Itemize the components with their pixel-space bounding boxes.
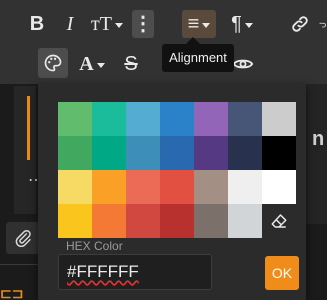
color-swatch[interactable] bbox=[228, 204, 262, 238]
hex-color-value: #FFFFFF bbox=[67, 262, 139, 281]
color-swatch[interactable] bbox=[228, 170, 262, 204]
strikethrough-icon: S bbox=[124, 53, 138, 75]
chevron-down-icon bbox=[244, 22, 253, 28]
strikethrough-button[interactable]: S bbox=[118, 50, 144, 78]
color-swatch[interactable] bbox=[58, 102, 92, 136]
hex-color-input[interactable]: #FFFFFF bbox=[58, 254, 212, 290]
bold-button[interactable]: B bbox=[24, 10, 50, 38]
divider bbox=[0, 264, 40, 265]
color-swatch[interactable] bbox=[160, 136, 194, 170]
color-swatch[interactable] bbox=[58, 170, 92, 204]
more-button[interactable]: ⋮ bbox=[132, 10, 154, 38]
color-swatch[interactable] bbox=[228, 136, 262, 170]
partial-text-glyph: n bbox=[312, 128, 325, 150]
insert-link-button[interactable] bbox=[286, 10, 314, 38]
chevron-down-icon bbox=[114, 22, 123, 28]
undo-icon bbox=[319, 22, 326, 28]
color-swatch[interactable] bbox=[92, 170, 126, 204]
undo-button[interactable] bbox=[318, 10, 327, 38]
paragraph-format-button[interactable]: ¶ bbox=[226, 10, 258, 38]
ok-button[interactable]: OK bbox=[265, 256, 299, 290]
color-swatch[interactable] bbox=[58, 204, 92, 238]
eraser-icon bbox=[271, 214, 287, 228]
color-swatch[interactable] bbox=[194, 136, 228, 170]
color-swatch[interactable] bbox=[228, 102, 262, 136]
font-size-icon: тT bbox=[91, 13, 112, 35]
color-swatch[interactable] bbox=[262, 102, 296, 136]
color-swatch[interactable] bbox=[262, 136, 296, 170]
color-swatch[interactable] bbox=[58, 136, 92, 170]
eye-icon bbox=[232, 59, 254, 69]
color-picker-popup: HEX Color #FFFFFF OK bbox=[38, 84, 306, 300]
chevron-down-icon bbox=[202, 22, 211, 28]
partial-orange-text: ⊏⊐ bbox=[0, 285, 24, 300]
paperclip-icon bbox=[15, 229, 31, 247]
color-swatch[interactable] bbox=[262, 170, 296, 204]
italic-button[interactable]: I bbox=[58, 10, 82, 38]
color-swatch-grid bbox=[58, 102, 298, 240]
color-swatch[interactable] bbox=[92, 102, 126, 136]
color-swatch[interactable] bbox=[92, 136, 126, 170]
align-button[interactable]: ≡ bbox=[182, 10, 216, 38]
clear-color-button[interactable] bbox=[262, 204, 296, 238]
color-swatch[interactable] bbox=[92, 204, 126, 238]
editor-screen: ⋯ n ⊏⊐ B I тT ⋮ ≡ ¶ A S Alignment HEX Co… bbox=[0, 0, 327, 300]
more-vertical-icon: ⋮ bbox=[133, 13, 153, 35]
alignment-tooltip: Alignment bbox=[162, 37, 234, 72]
color-swatch[interactable] bbox=[126, 170, 160, 204]
orange-quote-bar bbox=[27, 96, 30, 160]
align-icon: ≡ bbox=[187, 13, 200, 35]
palette-icon bbox=[44, 54, 62, 72]
bold-icon: B bbox=[29, 13, 45, 35]
hex-color-label: HEX Color bbox=[66, 239, 123, 253]
font-size-button[interactable]: тT bbox=[88, 10, 126, 38]
color-swatch[interactable] bbox=[126, 102, 160, 136]
italic-icon: I bbox=[66, 13, 74, 35]
color-swatch[interactable] bbox=[126, 204, 160, 238]
color-swatch[interactable] bbox=[194, 102, 228, 136]
chevron-down-icon bbox=[96, 62, 105, 68]
editor-left-panel bbox=[14, 86, 36, 214]
color-swatch[interactable] bbox=[160, 204, 194, 238]
text-color-button[interactable] bbox=[38, 48, 68, 78]
font-family-icon: A bbox=[79, 53, 94, 75]
paragraph-icon: ¶ bbox=[231, 13, 242, 35]
attach-button[interactable] bbox=[6, 222, 40, 254]
color-swatch[interactable] bbox=[160, 170, 194, 204]
color-swatch[interactable] bbox=[194, 204, 228, 238]
link-icon bbox=[292, 16, 308, 32]
color-swatch[interactable] bbox=[160, 102, 194, 136]
color-swatch[interactable] bbox=[126, 136, 160, 170]
color-swatch[interactable] bbox=[194, 170, 228, 204]
font-family-button[interactable]: A bbox=[76, 50, 108, 78]
